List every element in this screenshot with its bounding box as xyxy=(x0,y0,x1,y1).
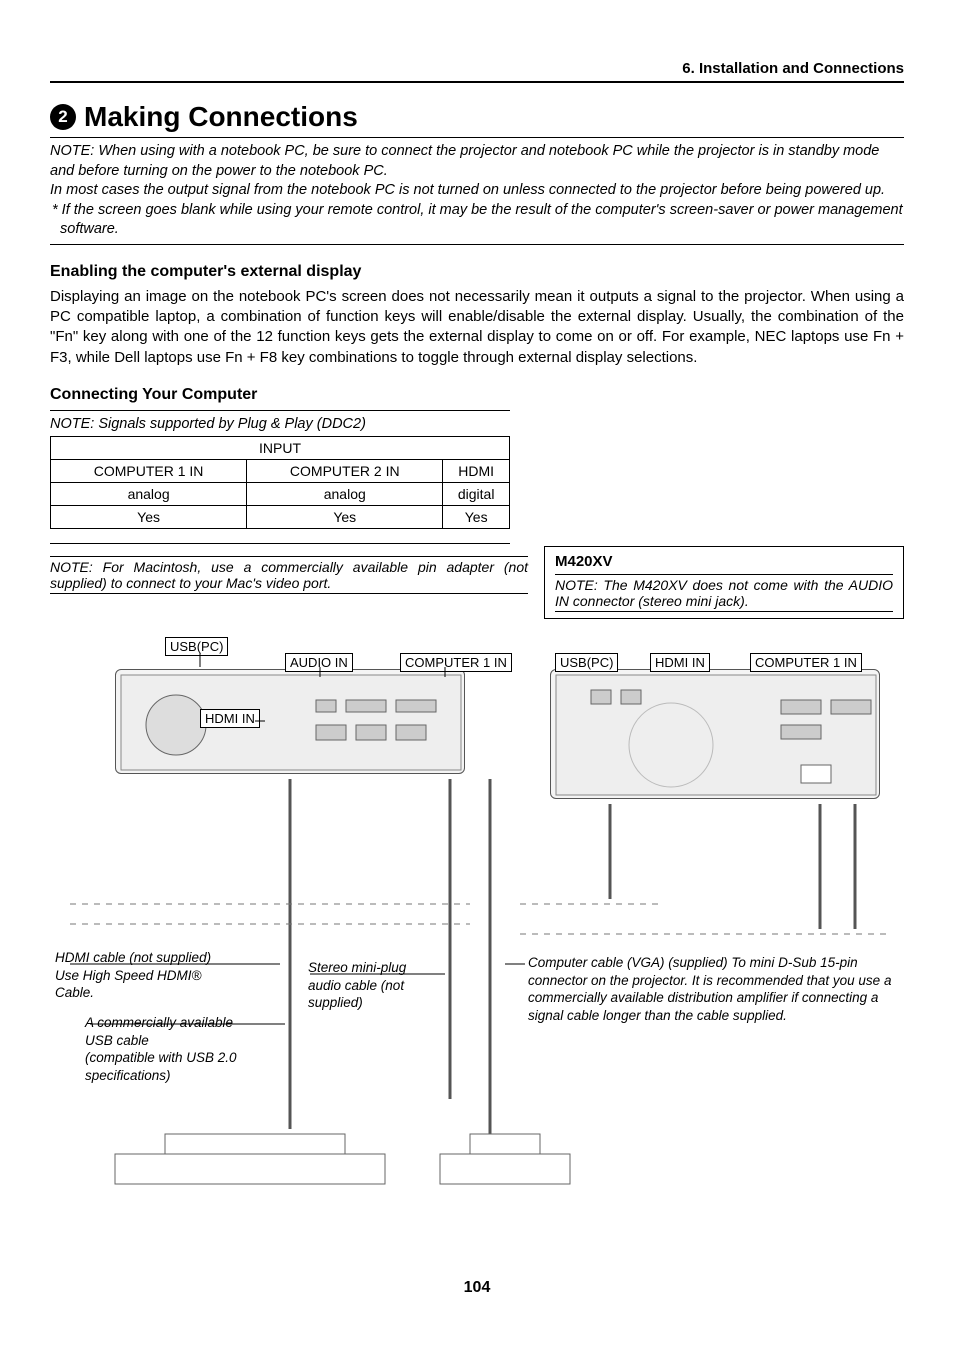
callout-vga: Computer cable (VGA) (supplied) To mini … xyxy=(528,954,898,1024)
model-label: M420XV xyxy=(555,553,893,570)
note-line: NOTE: When using with a notebook PC, be … xyxy=(50,142,904,181)
table-cell: analog xyxy=(247,483,443,506)
divider xyxy=(50,543,510,544)
callout-hdmi: HDMI cable (not supplied) Use High Speed… xyxy=(55,949,255,1002)
ddc-note: NOTE: Signals supported by Plug & Play (… xyxy=(50,413,510,437)
two-column-row: NOTE: For Macintosh, use a commercially … xyxy=(50,546,904,619)
connection-diagram: USB(PC) AUDIO IN COMPUTER 1 IN HDMI IN U… xyxy=(50,629,904,1249)
subheading-connecting-computer: Connecting Your Computer xyxy=(50,386,904,404)
section-header: 6. Installation and Connections xyxy=(50,60,904,83)
body-paragraph: Displaying an image on the notebook PC's… xyxy=(50,287,904,368)
mac-note: NOTE: For Macintosh, use a commercially … xyxy=(50,556,528,594)
callout-usb: A commercially available USB cable (comp… xyxy=(85,1014,285,1084)
table-cell: HDMI xyxy=(443,460,510,483)
table-cell: Yes xyxy=(51,506,247,529)
main-title: 2 Making Connections xyxy=(50,101,904,133)
left-column: NOTE: For Macintosh, use a commercially … xyxy=(50,546,528,600)
main-title-text: Making Connections xyxy=(84,101,358,133)
divider xyxy=(50,410,510,411)
note-line: * If the screen goes blank while using y… xyxy=(50,201,904,240)
note-line: In most cases the output signal from the… xyxy=(50,181,904,201)
subheading-enabling-display: Enabling the computer's external display xyxy=(50,263,904,281)
table-cell: COMPUTER 1 IN xyxy=(51,460,247,483)
m420-note: NOTE: The M420XV does not come with the … xyxy=(555,574,893,612)
divider xyxy=(50,137,904,138)
table-cell: analog xyxy=(51,483,247,506)
m420xv-box: M420XV NOTE: The M420XV does not come wi… xyxy=(544,546,904,619)
top-note: NOTE: When using with a notebook PC, be … xyxy=(50,140,904,242)
table-cell: Yes xyxy=(443,506,510,529)
divider xyxy=(50,244,904,245)
cable-lines xyxy=(50,629,910,1249)
table-cell: digital xyxy=(443,483,510,506)
callout-stereo: Stereo mini-plug audio cable (not suppli… xyxy=(308,959,438,1012)
table-header: INPUT xyxy=(51,437,510,460)
input-signal-table: INPUT COMPUTER 1 IN COMPUTER 2 IN HDMI a… xyxy=(50,436,510,529)
table-cell: COMPUTER 2 IN xyxy=(247,460,443,483)
section-number-icon: 2 xyxy=(50,104,76,130)
page-number: 104 xyxy=(50,1279,904,1297)
table-cell: Yes xyxy=(247,506,443,529)
